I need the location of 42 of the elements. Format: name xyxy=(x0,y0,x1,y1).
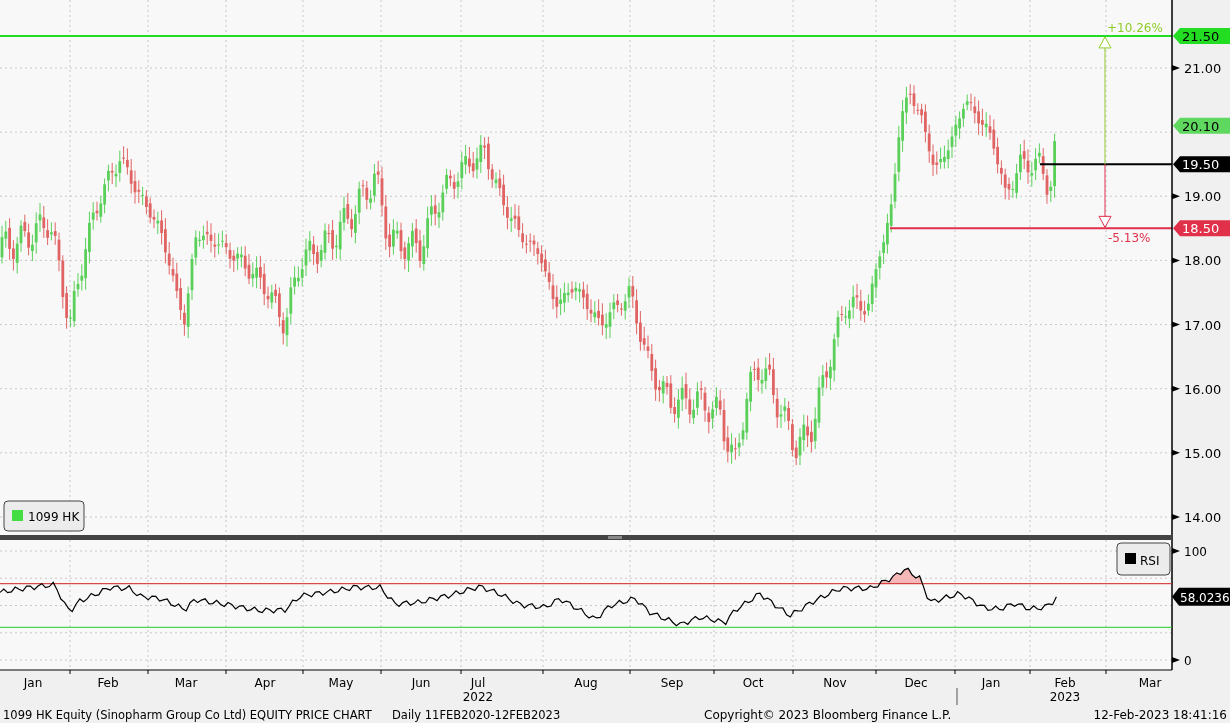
month-label: Jun xyxy=(411,676,431,690)
legend-swatch xyxy=(1125,553,1136,564)
legend-label: 1099 HK xyxy=(28,510,80,524)
axis-label: 19.00 xyxy=(1184,189,1222,205)
month-label: Dec xyxy=(904,676,928,690)
month-label: Jan xyxy=(981,676,1001,690)
month-label: Jul xyxy=(470,676,486,690)
date-range: Daily 11FEB2020-12FEB2023 xyxy=(392,708,561,722)
axis-label: 16.00 xyxy=(1184,381,1222,397)
price-tag: 21.50 xyxy=(1173,27,1230,44)
month-label: Feb xyxy=(1054,676,1076,690)
price-tag: 19.50 xyxy=(1173,156,1230,173)
year-label: 2023 xyxy=(1049,690,1081,704)
axis-label: 14.00 xyxy=(1184,510,1222,525)
legend-label: RSI xyxy=(1140,554,1160,568)
month-label: May xyxy=(328,676,354,690)
month-label: Mar xyxy=(174,676,198,690)
price-tag: 18.50 xyxy=(1173,220,1230,237)
axis-label: 15.00 xyxy=(1184,445,1222,461)
rsi-tag: 58.0236 xyxy=(1172,587,1230,606)
timestamp: 12-Feb-2023 18:41:16 xyxy=(1093,708,1227,722)
axis-label: 17.00 xyxy=(1184,317,1222,333)
percent-annotation: -5.13% xyxy=(1108,231,1151,246)
percent-annotation: +10.26% xyxy=(1107,20,1163,35)
axis-label: 100 xyxy=(1184,545,1207,559)
month-label: Feb xyxy=(97,676,119,690)
month-label: Jan xyxy=(23,676,43,690)
axis-label: 0 xyxy=(1184,654,1192,668)
month-label: Oct xyxy=(742,676,764,690)
downside-arrow xyxy=(1098,163,1112,228)
axis-label: 18.00 xyxy=(1184,253,1222,269)
price-tag: 20.10 xyxy=(1173,117,1230,134)
copyright-text: Copyright© 2023 Bloomberg Finance L.P. xyxy=(704,708,952,722)
month-label: Sep xyxy=(660,676,684,690)
chart-title: 1099 HK Equity (Sinopharm Group Co Ltd) EQUITY PRICE CHART xyxy=(3,708,372,722)
month-label: Apr xyxy=(254,676,276,690)
axis-label: 21.00 xyxy=(1184,61,1222,76)
month-label: Aug xyxy=(574,676,598,690)
month-label: Nov xyxy=(823,676,847,690)
month-label: Mar xyxy=(1138,676,1162,690)
year-label: 2022 xyxy=(462,690,494,704)
resize-handle[interactable] xyxy=(608,536,622,539)
